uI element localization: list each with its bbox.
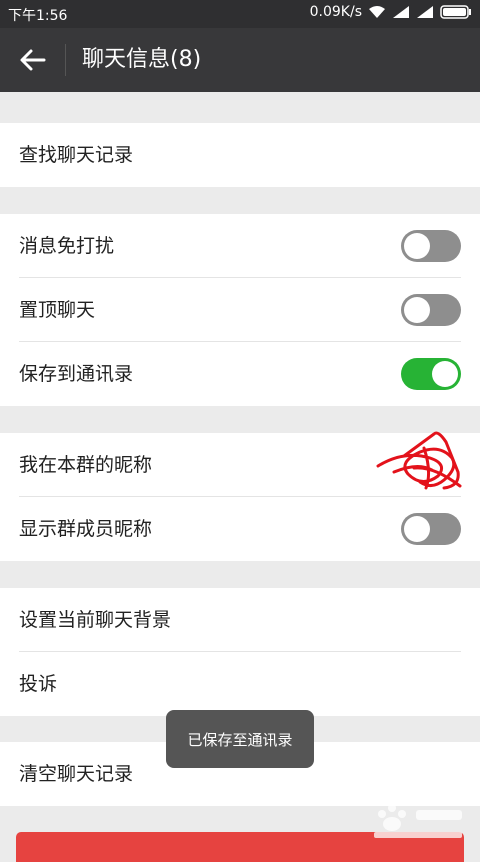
- battery-icon: [440, 5, 471, 19]
- row-report[interactable]: 投诉: [0, 652, 480, 716]
- row-label: 显示群成员昵称: [19, 518, 153, 540]
- status-icons: 0.09K/s: [310, 4, 472, 20]
- row-label: 清空聊天记录: [19, 763, 134, 785]
- status-time: 下午1:56: [8, 8, 68, 24]
- status-bar: 下午1:56 0.09K/s: [0, 0, 480, 28]
- row-search-history[interactable]: 查找聊天记录: [0, 123, 480, 187]
- section-background: 设置当前聊天背景 投诉: [0, 588, 480, 716]
- toggle-knob: [404, 233, 430, 259]
- row-label: 查找聊天记录: [19, 144, 134, 166]
- signal-icon-2: [417, 6, 433, 18]
- row-save-to-contacts[interactable]: 保存到通讯录: [0, 342, 480, 406]
- toast-text: 已保存至通讯录: [187, 730, 293, 749]
- watermark-logo: [374, 804, 462, 838]
- save-contacts-toggle[interactable]: [401, 358, 461, 390]
- row-mute-notifications[interactable]: 消息免打扰: [0, 214, 480, 278]
- row-label: 置顶聊天: [19, 299, 96, 321]
- network-speed: 0.09K/s: [309, 4, 362, 20]
- nav-divider: [65, 44, 66, 76]
- nav-bar: 聊天信息(8): [0, 28, 480, 92]
- row-label: 消息免打扰: [19, 235, 115, 257]
- row-show-member-nicknames[interactable]: 显示群成员昵称: [0, 497, 480, 561]
- toggle-knob: [404, 297, 430, 323]
- row-pin-chat[interactable]: 置顶聊天: [0, 278, 480, 342]
- page-title: 聊天信息(8): [82, 47, 202, 72]
- row-chat-background[interactable]: 设置当前聊天背景: [0, 588, 480, 652]
- section-chat-settings: 消息免打扰 置顶聊天 保存到通讯录: [0, 214, 480, 406]
- show-nicknames-toggle[interactable]: [401, 513, 461, 545]
- row-label: 投诉: [19, 673, 58, 695]
- wifi-icon: [369, 6, 385, 18]
- section-search: 查找聊天记录: [0, 123, 480, 187]
- back-arrow-icon[interactable]: [18, 46, 48, 74]
- red-scribble-annotation: [376, 431, 462, 490]
- mute-toggle[interactable]: [401, 230, 461, 262]
- row-label: 我在本群的昵称: [19, 454, 153, 476]
- toggle-knob: [432, 361, 458, 387]
- signal-icon: [393, 6, 409, 18]
- toggle-knob: [404, 516, 430, 542]
- toast-message: 已保存至通讯录: [166, 710, 314, 768]
- pin-toggle[interactable]: [401, 294, 461, 326]
- row-label: 设置当前聊天背景: [19, 609, 172, 631]
- row-label: 保存到通讯录: [19, 363, 134, 385]
